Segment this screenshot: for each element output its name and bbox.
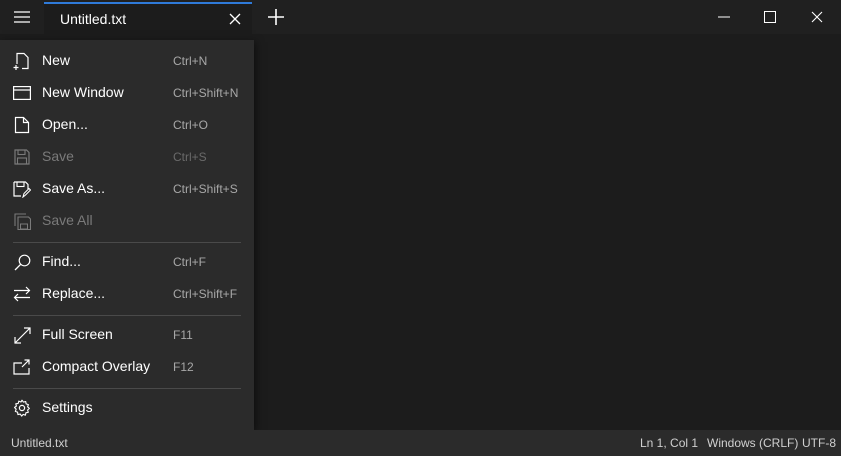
menu-item-label: New <box>42 52 71 68</box>
close-window-button[interactable] <box>794 0 840 34</box>
menu-item-save-all[interactable]: Save All <box>0 205 254 237</box>
minimize-button[interactable] <box>701 0 747 34</box>
save-all-icon <box>12 212 32 230</box>
menu-item-shortcut: Ctrl+Shift+F <box>173 287 238 301</box>
status-cursor-position[interactable]: Ln 1, Col 1 <box>640 436 698 450</box>
menu-item-find[interactable]: Find... Ctrl+F <box>0 246 254 278</box>
menu-item-full-screen[interactable]: Full Screen F11 <box>0 319 254 351</box>
new-tab-button[interactable] <box>264 6 288 28</box>
full-screen-icon <box>12 326 32 344</box>
menu-item-label: Open... <box>42 116 88 132</box>
menu-item-label: Save As... <box>42 180 106 196</box>
close-tab-button[interactable] <box>226 10 244 28</box>
menu-item-new[interactable]: New Ctrl+N <box>0 45 254 77</box>
menu-item-save[interactable]: Save Ctrl+S <box>0 141 254 173</box>
open-file-icon <box>12 116 32 134</box>
menu-item-shortcut: Ctrl+Shift+N <box>173 86 239 100</box>
menu-item-new-window[interactable]: New Window Ctrl+Shift+N <box>0 77 254 109</box>
status-encoding[interactable]: UTF-8 <box>802 436 836 450</box>
menu-item-shortcut: Ctrl+N <box>173 54 208 68</box>
new-file-icon <box>12 52 32 70</box>
menu-item-save-as[interactable]: Save As... Ctrl+Shift+S <box>0 173 254 205</box>
menu-item-label: Full Screen <box>42 326 113 342</box>
menu-separator <box>13 315 241 316</box>
replace-icon <box>12 285 32 303</box>
hamburger-icon <box>14 11 30 23</box>
save-icon <box>12 148 32 166</box>
tab-untitled[interactable]: Untitled.txt <box>44 2 252 34</box>
close-icon <box>811 11 823 23</box>
status-file-name[interactable]: Untitled.txt <box>11 436 68 450</box>
menu-item-label: Save <box>42 148 74 164</box>
menu-item-replace[interactable]: Replace... Ctrl+Shift+F <box>0 278 254 310</box>
main-menu: New Ctrl+N New Window Ctrl+Shift+N Open.… <box>0 40 254 430</box>
menu-separator <box>13 388 241 389</box>
compact-overlay-icon <box>12 358 32 376</box>
menu-item-shortcut: Ctrl+O <box>173 118 209 132</box>
menu-item-label: Replace... <box>42 285 106 301</box>
menu-item-shortcut: Ctrl+Shift+S <box>173 182 238 196</box>
menu-item-compact-overlay[interactable]: Compact Overlay F12 <box>0 351 254 383</box>
menu-item-label: Settings <box>42 399 93 415</box>
menu-item-label: Compact Overlay <box>42 358 151 374</box>
plus-icon <box>267 8 285 26</box>
menu-item-settings[interactable]: Settings <box>0 392 254 424</box>
menu-item-shortcut: Ctrl+F <box>173 255 206 269</box>
save-as-icon <box>12 180 32 198</box>
menu-item-open[interactable]: Open... Ctrl+O <box>0 109 254 141</box>
new-window-icon <box>12 84 32 102</box>
menu-item-label: Find... <box>42 253 81 269</box>
tab-title: Untitled.txt <box>60 11 127 27</box>
menu-button[interactable] <box>0 0 44 34</box>
menu-item-label: Save All <box>42 212 93 228</box>
title-bar: Untitled.txt <box>0 0 841 34</box>
menu-item-shortcut: F11 <box>173 328 193 342</box>
gear-icon <box>12 399 32 417</box>
menu-separator <box>13 242 241 243</box>
menu-item-label: New Window <box>42 84 124 100</box>
menu-item-shortcut: F12 <box>173 360 194 374</box>
search-icon <box>12 253 32 271</box>
minimize-icon <box>718 16 730 18</box>
status-line-ending[interactable]: Windows (CRLF) <box>707 436 798 450</box>
menu-item-shortcut: Ctrl+S <box>173 150 207 164</box>
status-bar: Untitled.txt Ln 1, Col 1 Windows (CRLF) … <box>0 430 841 456</box>
maximize-icon <box>764 11 776 23</box>
close-icon <box>229 13 241 25</box>
maximize-button[interactable] <box>747 0 793 34</box>
